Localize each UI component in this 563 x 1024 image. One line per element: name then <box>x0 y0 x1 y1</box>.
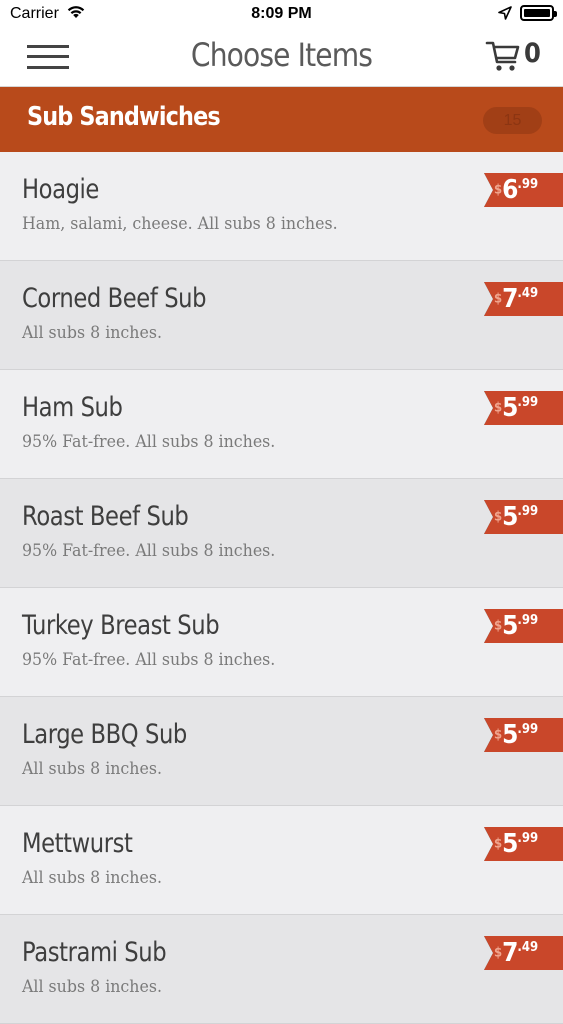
price-cents: .99 <box>517 395 539 410</box>
item-name: Pastrami Sub <box>22 937 167 968</box>
price-cents: .99 <box>517 722 539 737</box>
page-title: Choose Items <box>190 36 373 74</box>
price-tag: $5.99 <box>484 827 563 861</box>
price-tag: $5.99 <box>484 609 563 643</box>
price-tag: $5.99 <box>484 391 563 425</box>
currency-symbol: $ <box>494 836 503 852</box>
currency-symbol: $ <box>494 400 503 416</box>
price-cents: .49 <box>517 940 539 955</box>
item-name: Corned Beef Sub <box>22 283 207 314</box>
navigation-bar: Choose Items 0 <box>0 28 563 87</box>
item-description: Ham, salami, cheese. All subs 8 inches. <box>22 214 338 234</box>
menu-item[interactable]: Pastrami Sub All subs 8 inches. $7.49 <box>0 915 563 1024</box>
price-dollars: 6 <box>502 175 518 205</box>
currency-symbol: $ <box>494 291 503 307</box>
item-name: Ham Sub <box>22 392 123 423</box>
menu-item[interactable]: Turkey Breast Sub 95% Fat-free. All subs … <box>0 588 563 697</box>
item-description: 95% Fat-free. All subs 8 inches. <box>22 432 276 452</box>
price-tag: $5.99 <box>484 718 563 752</box>
price-tag: $5.99 <box>484 500 563 534</box>
item-description: 95% Fat-free. All subs 8 inches. <box>22 541 276 561</box>
menu-item-list: Hoagie Ham, salami, cheese. All subs 8 in… <box>0 152 563 1024</box>
category-name: Sub Sandwiches <box>27 102 221 132</box>
currency-symbol: $ <box>494 182 503 198</box>
menu-item[interactable]: Ham Sub 95% Fat-free. All subs 8 inches. $… <box>0 370 563 479</box>
item-description: 95% Fat-free. All subs 8 inches. <box>22 650 276 670</box>
price-dollars: 5 <box>502 393 518 423</box>
clock: 8:09 PM <box>251 5 312 22</box>
item-name: Turkey Breast Sub <box>22 610 220 641</box>
currency-symbol: $ <box>494 945 503 961</box>
price-dollars: 5 <box>502 502 518 532</box>
price-cents: .99 <box>517 613 539 628</box>
price-dollars: 7 <box>502 284 518 314</box>
price-tag: $7.49 <box>484 282 563 316</box>
category-header[interactable]: Sub Sandwiches 15 <box>0 87 563 152</box>
item-description: All subs 8 inches. <box>22 323 162 343</box>
menu-item[interactable]: Corned Beef Sub All subs 8 inches. $7.49 <box>0 261 563 370</box>
price-cents: .49 <box>517 286 539 301</box>
price-cents: .99 <box>517 177 539 192</box>
cart-count: 0 <box>524 38 541 69</box>
item-description: All subs 8 inches. <box>22 868 162 888</box>
price-dollars: 5 <box>502 829 518 859</box>
status-bar: Carrier 8:09 PM <box>0 0 563 28</box>
price-cents: .99 <box>517 831 539 846</box>
item-name: Mettwurst <box>22 828 133 859</box>
currency-symbol: $ <box>494 509 503 525</box>
location-arrow-icon <box>498 6 512 25</box>
battery-icon <box>520 5 557 21</box>
price-tag: $7.49 <box>484 936 563 970</box>
category-count-badge: 15 <box>483 107 542 134</box>
currency-symbol: $ <box>494 727 503 743</box>
price-dollars: 7 <box>502 938 518 968</box>
currency-symbol: $ <box>494 618 503 634</box>
menu-item[interactable]: Roast Beef Sub 95% Fat-free. All subs 8 i… <box>0 479 563 588</box>
item-description: All subs 8 inches. <box>22 759 162 779</box>
price-tag: $6.99 <box>484 173 563 207</box>
item-description: All subs 8 inches. <box>22 977 162 997</box>
price-cents: .99 <box>517 504 539 519</box>
menu-item[interactable]: Mettwurst All subs 8 inches. $5.99 <box>0 806 563 915</box>
menu-item[interactable]: Hoagie Ham, salami, cheese. All subs 8 in… <box>0 152 563 261</box>
item-name: Hoagie <box>22 174 99 205</box>
item-name: Large BBQ Sub <box>22 719 187 750</box>
item-name: Roast Beef Sub <box>22 501 189 532</box>
price-dollars: 5 <box>502 611 518 641</box>
price-dollars: 5 <box>502 720 518 750</box>
menu-item[interactable]: Large BBQ Sub All subs 8 inches. $5.99 <box>0 697 563 806</box>
shopping-cart-icon <box>485 38 521 79</box>
